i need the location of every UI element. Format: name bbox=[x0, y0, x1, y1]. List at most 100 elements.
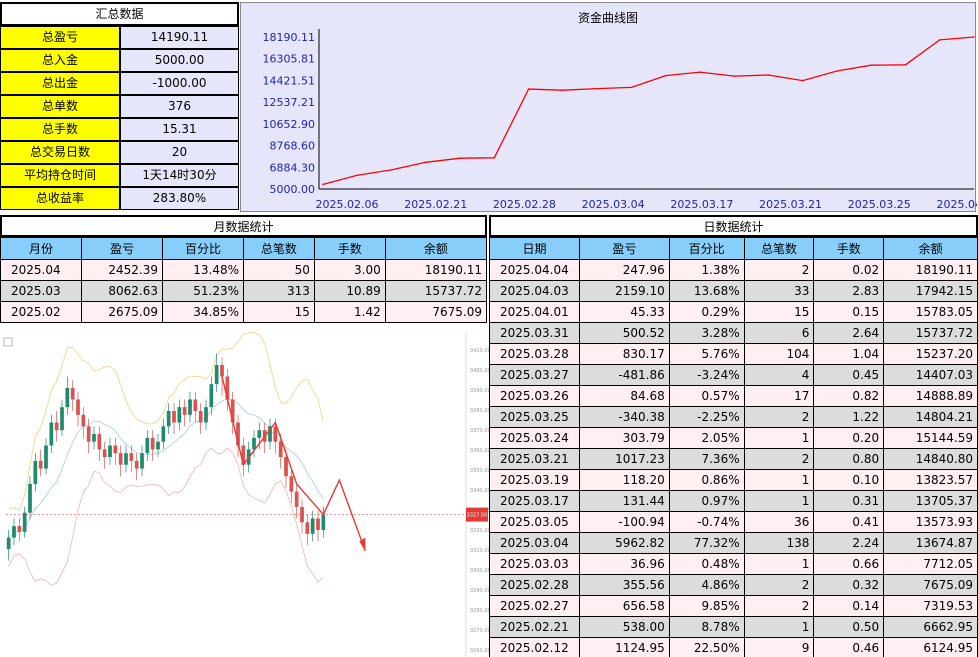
candle-body bbox=[118, 453, 123, 465]
column-header[interactable]: 余额 bbox=[883, 237, 978, 260]
table-row[interactable]: 2025.03.27 -481.86 -3.24% 4 0.45 14407.03 bbox=[489, 364, 978, 386]
table-cell: 5.76% bbox=[668, 343, 745, 365]
equity-point bbox=[870, 64, 873, 67]
table-row[interactable]: 2025.03.17 131.44 0.97% 1 0.31 13705.37 bbox=[489, 490, 978, 512]
x-tick-label: 2025.03.17 bbox=[670, 198, 733, 211]
table-row[interactable]: 2025.04.01 45.33 0.29% 15 0.15 15783.05 bbox=[489, 301, 978, 323]
table-cell: 2.64 bbox=[813, 322, 885, 344]
candle-body bbox=[134, 460, 139, 469]
table-cell: 14840.80 bbox=[883, 448, 978, 470]
table-cell: 2025.04.03 bbox=[489, 280, 580, 302]
table-row[interactable]: 2025.03.19 118.20 0.86% 1 0.10 13823.57 bbox=[489, 469, 978, 491]
column-header[interactable]: 日期 bbox=[489, 237, 580, 260]
table-cell: 2025.02.21 bbox=[489, 616, 580, 638]
table-cell: 2.83 bbox=[813, 280, 885, 302]
table-cell: 2.05% bbox=[668, 427, 745, 449]
summary-row: 总盈亏 14190.11 bbox=[0, 26, 239, 49]
table-row[interactable]: 2025.02.21 538.00 8.78% 1 0.50 6662.95 bbox=[489, 616, 978, 638]
table-cell: 2025.03.21 bbox=[489, 448, 580, 470]
table-cell: 5962.82 bbox=[578, 532, 670, 554]
equity-point bbox=[664, 74, 667, 77]
column-header[interactable]: 总笔数 bbox=[743, 237, 815, 260]
candlestick-image: 3410.00 3400.00 3390.00 3380.00 3370.00 3360.… bbox=[0, 324, 489, 657]
equity-point bbox=[356, 174, 359, 176]
table-row[interactable]: 2025.03.05 -100.94 -0.74% 36 0.41 13573.93 bbox=[489, 511, 978, 533]
candle-body bbox=[257, 430, 262, 438]
table-row[interactable]: 2025.03.03 36.96 0.48% 1 0.66 7712.05 bbox=[489, 553, 978, 575]
column-header[interactable]: 余额 bbox=[384, 237, 488, 260]
y-tick-label: 5000.00 bbox=[270, 183, 316, 196]
candle-body bbox=[316, 518, 320, 530]
table-row[interactable]: 2025.03.04 5962.82 77.32% 138 2.24 13674.87 bbox=[489, 532, 978, 554]
table-cell: 1.04 bbox=[813, 343, 885, 365]
table-cell: 2025.03.27 bbox=[489, 364, 580, 386]
summary-label: 平均持仓时间 bbox=[0, 164, 120, 187]
table-cell: 51.23% bbox=[162, 280, 244, 302]
table-cell: 0.48% bbox=[668, 553, 745, 575]
equity-point bbox=[322, 183, 324, 186]
column-header[interactable]: 手数 bbox=[813, 237, 885, 260]
table-row[interactable]: 2025.02.28 355.56 4.86% 2 0.32 7675.09 bbox=[489, 574, 978, 596]
candle-body bbox=[273, 426, 278, 442]
table-cell: 1017.23 bbox=[578, 448, 670, 470]
table-row[interactable]: 2025.03.31 500.52 3.28% 6 2.64 15737.72 bbox=[489, 322, 978, 344]
candle-body bbox=[177, 407, 182, 423]
daily-table: 日期 盈亏 百分比 总笔数 手数 余额 2025.04.04 247.96 1.38% 2 0.0… bbox=[489, 237, 978, 657]
monthly-stats-panel: 月数据统计 月份 盈亏 百分比 总笔数 手数 余额 2025.04 2452.39 13.48… bbox=[0, 215, 488, 323]
table-cell: 0.14 bbox=[813, 595, 885, 617]
table-cell: 355.56 bbox=[578, 574, 670, 596]
middle-band-line bbox=[8, 398, 324, 538]
table-row[interactable]: 2025.03.28 830.17 5.76% 104 1.04 15237.20 bbox=[489, 343, 978, 365]
table-row[interactable]: 2025.04.04 247.96 1.38% 2 0.02 18190.11 bbox=[489, 259, 978, 281]
table-cell: 303.79 bbox=[578, 427, 670, 449]
candle-body bbox=[22, 512, 27, 532]
table-row[interactable]: 2025.03.24 303.79 2.05% 1 0.20 15144.59 bbox=[489, 427, 978, 449]
table-cell: 2025.03.19 bbox=[489, 469, 580, 491]
column-header[interactable]: 百分比 bbox=[668, 237, 745, 260]
table-cell: 0.46 bbox=[813, 637, 885, 657]
table-cell: 2025.04 bbox=[0, 259, 82, 281]
table-row[interactable]: 2025.02.27 656.58 9.85% 2 0.14 7319.53 bbox=[489, 595, 978, 617]
table-cell: 3.00 bbox=[313, 259, 386, 281]
table-cell: 538.00 bbox=[578, 616, 670, 638]
column-header[interactable]: 总笔数 bbox=[243, 237, 315, 260]
price-axis-label: 3290.00 bbox=[470, 588, 489, 594]
candle-body bbox=[166, 410, 171, 427]
table-row[interactable]: 2025.03 8062.63 51.23% 313 10.89 15737.72 bbox=[0, 280, 488, 302]
table-cell: 2025.02 bbox=[0, 301, 82, 323]
table-row[interactable]: 2025.02.12 1124.95 22.50% 9 0.46 6124.95 bbox=[489, 637, 978, 657]
column-header[interactable]: 手数 bbox=[313, 237, 386, 260]
column-header[interactable]: 盈亏 bbox=[578, 237, 670, 260]
table-row[interactable]: 2025.04 2452.39 13.48% 50 3.00 18190.11 bbox=[0, 259, 488, 281]
candle-body bbox=[113, 445, 118, 454]
table-cell: 0.80 bbox=[813, 448, 885, 470]
table-row[interactable]: 2025.03.26 84.68 0.57% 17 0.82 14888.89 bbox=[489, 385, 978, 407]
y-tick-label: 16305.81 bbox=[263, 53, 316, 66]
table-cell: 2025.02.28 bbox=[489, 574, 580, 596]
column-header[interactable]: 百分比 bbox=[162, 237, 244, 260]
candle-body bbox=[214, 364, 219, 385]
table-row[interactable]: 2025.03.21 1017.23 7.36% 2 0.80 14840.80 bbox=[489, 448, 978, 470]
column-header[interactable]: 盈亏 bbox=[81, 237, 163, 260]
table-cell: 2 bbox=[743, 406, 815, 428]
table-cell: 104 bbox=[743, 343, 815, 365]
table-row[interactable]: 2025.03.25 -340.38 -2.25% 2 1.22 14804.21 bbox=[489, 406, 978, 428]
price-axis-label: 3340.00 bbox=[470, 488, 489, 494]
column-header[interactable]: 月份 bbox=[0, 237, 82, 260]
equity-point bbox=[733, 75, 735, 77]
equity-line bbox=[322, 36, 975, 186]
table-row[interactable]: 2025.04.03 2159.10 13.68% 33 2.83 17942.15 bbox=[489, 280, 978, 302]
price-axis-label: 3410.00 bbox=[470, 348, 489, 354]
y-tick-label: 18190.11 bbox=[263, 31, 316, 44]
table-cell: 0.31 bbox=[813, 490, 885, 512]
table-cell: 2025.03.26 bbox=[489, 385, 580, 407]
price-axis-label: 3350.00 bbox=[470, 468, 489, 474]
candle-body bbox=[108, 445, 112, 458]
table-cell: 84.68 bbox=[578, 385, 670, 407]
table-row[interactable]: 2025.02 2675.09 34.85% 15 1.42 7675.09 bbox=[0, 301, 488, 323]
candle-body bbox=[321, 514, 326, 530]
candle-body bbox=[129, 453, 134, 461]
table-cell: 2159.10 bbox=[578, 280, 670, 302]
candle-body bbox=[278, 441, 283, 458]
summary-value: 20 bbox=[120, 141, 239, 164]
